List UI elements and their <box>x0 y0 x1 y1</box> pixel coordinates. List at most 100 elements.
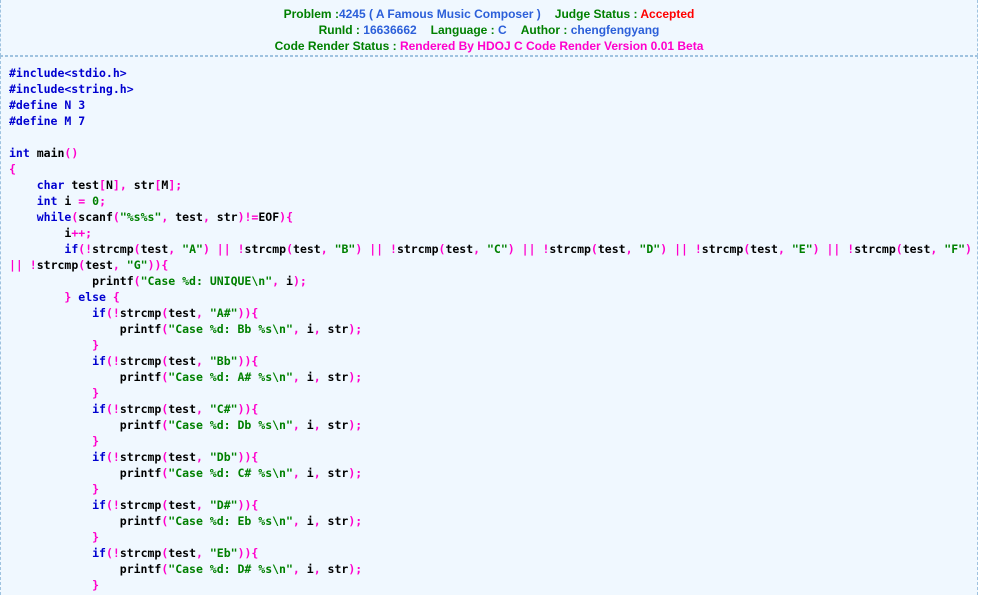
code-token: #include<string.h> <box>9 82 134 96</box>
code-token: printf <box>119 562 162 576</box>
code-token: )){ <box>237 450 259 464</box>
code-token: || <box>369 242 384 256</box>
runid-label: RunId : <box>318 23 360 37</box>
code-token: #define N 3 <box>9 98 86 112</box>
code-token: (! <box>105 498 120 512</box>
code-token: ( <box>133 242 141 256</box>
code-render-status-label: Code Render Status : <box>274 39 397 53</box>
code-token: ) <box>355 242 370 256</box>
code-token: "D" <box>632 242 661 256</box>
code-token: )){ <box>237 498 259 512</box>
code-token: test <box>293 242 321 256</box>
code-token: strcmp <box>119 546 162 560</box>
code-token: , <box>196 306 203 320</box>
author-value: chengfengyang <box>570 23 660 37</box>
code-token: { <box>112 290 120 304</box>
code-token: ); <box>348 322 363 336</box>
code-token: str <box>320 370 349 384</box>
code-token: , <box>292 418 300 432</box>
code-token: ) <box>965 242 972 256</box>
code-token: , <box>202 210 210 224</box>
code-token: , <box>112 258 120 272</box>
code-token: , <box>292 370 300 384</box>
judge-status-label: Judge Status : <box>554 7 638 21</box>
code-token: test <box>445 242 474 256</box>
problem-id: 4245 <box>338 7 366 21</box>
code-token: str <box>320 322 349 336</box>
code-token: )){ <box>237 546 259 560</box>
code-token: i <box>299 562 314 576</box>
code-token: (! <box>105 546 120 560</box>
code-token: i <box>299 322 314 336</box>
language-value: C <box>498 23 507 37</box>
code-token: strcmp <box>119 306 162 320</box>
code-token: "%s%s" <box>119 210 162 224</box>
code-token: , <box>196 354 203 368</box>
code-token: "Case %d: UNIQUE\n" <box>140 274 273 288</box>
code-token: str <box>320 466 349 480</box>
code-render-status-value: Rendered By HDOJ C Code Render Version 0… <box>399 39 704 53</box>
header-line-problem: Problem :4245 ( A Famous Music Composer … <box>1 6 977 22</box>
code-token: )){ <box>237 306 259 320</box>
code-token: "Case %d: D# %s\n" <box>168 562 293 576</box>
code-token: test <box>85 258 113 272</box>
code-token: str <box>209 210 238 224</box>
code-token: , <box>313 562 321 576</box>
source-code: #include<stdio.h> #include<string.h> #de… <box>9 65 977 593</box>
code-token: "C#" <box>202 402 238 416</box>
code-token: scanf <box>78 210 113 224</box>
code-token: } <box>92 530 100 544</box>
code-token: strcmp <box>549 242 591 256</box>
code-render-page: Problem :4245 ( A Famous Music Composer … <box>0 0 978 595</box>
code-token: if <box>92 546 106 560</box>
code-token: [ <box>99 178 106 192</box>
code-token: i <box>279 274 293 288</box>
header-line-runid: RunId : 16636662 Language : C Author : che… <box>1 22 977 38</box>
code-token: } <box>92 434 100 448</box>
code-token: int <box>36 194 58 208</box>
code-token: str <box>126 178 155 192</box>
code-token: ) <box>812 242 827 256</box>
code-token: } <box>92 338 100 352</box>
code-token: "Case %d: Eb %s\n" <box>168 514 293 528</box>
code-token: (! <box>105 402 120 416</box>
code-token: str <box>320 562 349 576</box>
code-token: "Case %d: Bb %s\n" <box>168 322 293 336</box>
language-label: Language : <box>430 23 495 37</box>
code-token: strcmp <box>36 258 79 272</box>
code-token: "C" <box>480 242 508 256</box>
code-token: ) <box>507 242 522 256</box>
code-token: test <box>168 210 203 224</box>
code-token: N <box>105 178 113 192</box>
code-token: ) <box>202 242 217 256</box>
code-token: ); <box>348 562 363 576</box>
code-token: test <box>168 450 196 464</box>
author-label: Author : <box>520 23 568 37</box>
code-token: if <box>92 498 106 512</box>
code-token: test <box>168 402 196 416</box>
code-token: #define M 7 <box>9 114 86 128</box>
code-token: ); <box>348 370 363 384</box>
code-token: printf <box>119 514 162 528</box>
code-token: )!= <box>237 210 259 224</box>
code-token: i <box>299 370 314 384</box>
code-token: i <box>299 418 314 432</box>
code-token: , <box>313 466 321 480</box>
code-token: test <box>168 306 196 320</box>
code-token: ! <box>390 242 397 256</box>
code-token: strcmp <box>119 450 162 464</box>
code-token: ++; <box>71 226 93 240</box>
code-token: ! <box>237 242 245 256</box>
code-token: ); <box>348 466 363 480</box>
code-token: strcmp <box>119 498 162 512</box>
